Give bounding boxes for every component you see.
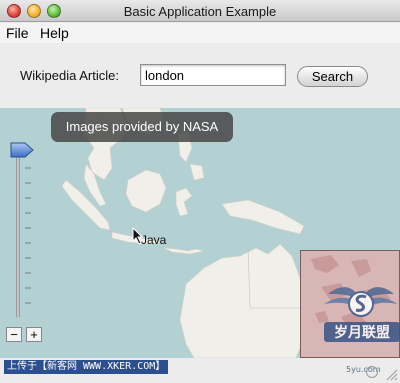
nasa-tooltip: Images provided by NASA: [51, 112, 233, 142]
resize-grip-icon[interactable]: [385, 368, 398, 381]
menu-help[interactable]: Help: [40, 25, 69, 41]
window-title: Basic Application Example: [123, 4, 277, 19]
menu-file[interactable]: File: [6, 25, 29, 41]
zoom-out-button[interactable]: −: [6, 327, 22, 342]
place-label-java: Java: [141, 233, 167, 247]
article-input[interactable]: [140, 64, 286, 86]
zoom-slider-ticks: [25, 167, 31, 304]
zoom-slider-track[interactable]: [16, 150, 20, 318]
zoom-slider-thumb[interactable]: [10, 142, 34, 158]
menu-bar: File Help: [0, 23, 400, 43]
svg-text:岁月联盟: 岁月联盟: [334, 324, 390, 341]
article-label: Wikipedia Article:: [20, 68, 119, 83]
title-bar: Basic Application Example: [0, 0, 400, 22]
map-view[interactable]: Images provided by NASA − + Java 岁月联盟: [0, 108, 400, 358]
search-button[interactable]: Search: [297, 66, 368, 87]
progress-spinner-icon: [366, 366, 378, 378]
footer-upload-credit: 上传于【新客网 WWW.XKER.COM】: [4, 360, 169, 374]
app-window: Basic Application Example File Help Wiki…: [0, 0, 400, 383]
watermark-logo: 岁月联盟: [324, 287, 400, 342]
mouse-cursor-icon: [132, 227, 144, 245]
zoom-in-button[interactable]: +: [26, 327, 42, 342]
search-row: Wikipedia Article: Search: [0, 44, 400, 108]
